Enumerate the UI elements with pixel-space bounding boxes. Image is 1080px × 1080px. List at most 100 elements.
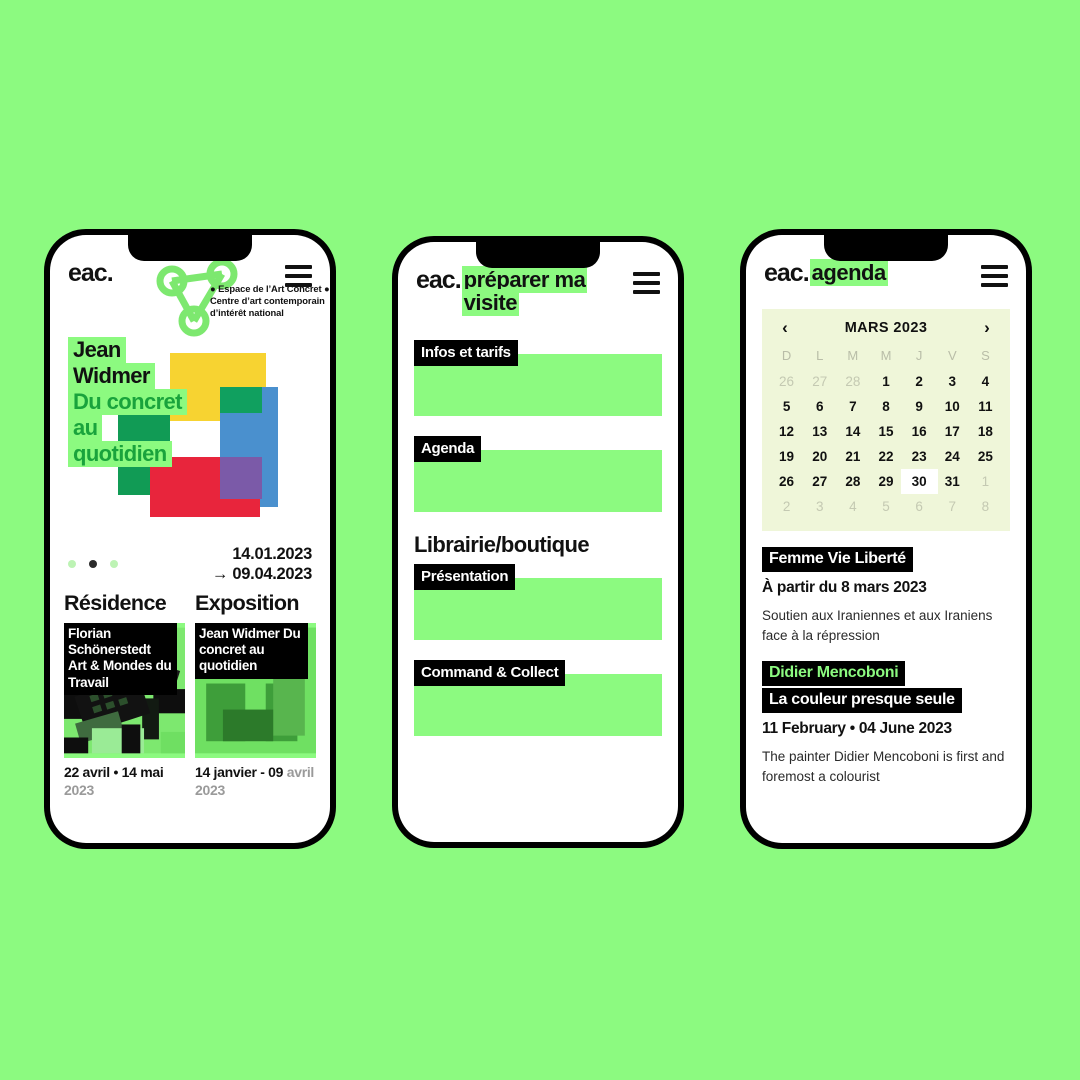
menu-item-command-collect[interactable]: Command & Collect — [414, 660, 662, 737]
calendar-day[interactable]: 18 — [969, 419, 1002, 444]
calendar-day[interactable]: 2 — [903, 369, 936, 394]
calendar-day[interactable]: 6 — [903, 494, 936, 519]
calendar-day-number: 25 — [977, 449, 993, 464]
chevron-left-icon[interactable]: ‹ — [776, 319, 794, 336]
card-image-residence: Florian Schönerstedt Art & Mondes du Tra… — [64, 623, 185, 758]
calendar-day[interactable]: 27 — [803, 469, 836, 494]
calendar-day[interactable]: 25 — [969, 444, 1002, 469]
calendar-day[interactable]: 8 — [969, 494, 1002, 519]
menu-item-presentation[interactable]: Présentation — [414, 564, 662, 641]
calendar-day-number: 28 — [845, 374, 861, 389]
tagline-line-2: Centre d’art contemporain — [210, 294, 325, 306]
calendar-day[interactable]: 1 — [869, 369, 902, 394]
calendar-day[interactable]: 28 — [836, 469, 869, 494]
event-femme-vie-liberte[interactable]: Femme Vie Liberté À partir du 8 mars 202… — [762, 547, 1010, 645]
calendar-weekday: L — [816, 348, 824, 363]
calendar-day[interactable]: 13 — [803, 419, 836, 444]
calendar-day[interactable]: 19 — [770, 444, 803, 469]
burger-bar — [285, 283, 312, 287]
calendar-day[interactable]: 15 — [869, 419, 902, 444]
hero-line-4: au — [68, 414, 103, 441]
calendar-day-number: 15 — [878, 424, 894, 439]
calendar-day[interactable]: 1 — [969, 469, 1002, 494]
calendar-day[interactable]: 11 — [969, 394, 1002, 419]
calendar-day-number: 8 — [882, 399, 890, 414]
event-didier-mencoboni[interactable]: Didier Mencoboni La couleur presque seul… — [762, 661, 1010, 786]
menu-item-label: Infos et tarifs — [414, 340, 518, 367]
brand-logo-text[interactable]: eac. — [416, 268, 462, 293]
hero-date-end: 09.04.2023 — [232, 565, 312, 583]
calendar-day[interactable]: 5 — [869, 494, 902, 519]
carousel-dot[interactable] — [68, 560, 76, 568]
cards-section: Résidence Exposition Florian Schönersted… — [50, 587, 330, 799]
burger-bar — [981, 283, 1008, 287]
menu-item-label: Présentation — [414, 564, 516, 591]
calendar-day-number: 4 — [981, 374, 990, 389]
calendar-day[interactable]: 23 — [903, 444, 936, 469]
hero-line-5: quotidien — [68, 440, 172, 467]
card-exposition[interactable]: Jean Widmer Du concret au quotidien 14 j… — [195, 623, 316, 799]
calendar-day[interactable]: 21 — [836, 444, 869, 469]
calendar-day[interactable]: 27 — [803, 369, 836, 394]
calendar-day[interactable]: 26 — [770, 369, 803, 394]
calendar-day-number: 23 — [911, 449, 927, 464]
hamburger-menu-icon[interactable] — [633, 272, 660, 294]
calendar-day[interactable]: 12 — [770, 419, 803, 444]
hamburger-menu-icon[interactable] — [981, 265, 1008, 287]
calendar-day[interactable]: 2 — [770, 494, 803, 519]
calendar-day-number: 22 — [878, 449, 894, 464]
calendar-day[interactable]: 4 — [969, 369, 1002, 394]
calendar-day[interactable]: 29 — [869, 469, 902, 494]
event-title: Femme Vie Liberté — [762, 547, 913, 572]
calendar-day[interactable]: 9 — [903, 394, 936, 419]
calendar-day[interactable]: 16 — [903, 419, 936, 444]
section-heading-exposition: Exposition — [195, 591, 300, 615]
calendar-day[interactable]: 4 — [836, 494, 869, 519]
calendar-day-number: 30 — [900, 469, 938, 494]
calendar-day[interactable]: 7 — [936, 494, 969, 519]
phone-prepare-visit: eac. préparer ma visite Infos et tarifs … — [392, 236, 684, 848]
calendar-day[interactable]: 22 — [869, 444, 902, 469]
calendar-day-number: 3 — [815, 499, 824, 514]
calendar-day[interactable]: 28 — [836, 369, 869, 394]
calendar-day[interactable]: 20 — [803, 444, 836, 469]
calendar-day[interactable]: 14 — [836, 419, 869, 444]
event-date: À partir du 8 mars 2023 — [762, 579, 927, 596]
menu-item-agenda[interactable]: Agenda — [414, 436, 662, 513]
calendar-day-number: 17 — [944, 424, 960, 439]
calendar-day-selected[interactable]: 30 — [900, 469, 938, 494]
calendar-day[interactable]: 5 — [770, 394, 803, 419]
card-residence[interactable]: Florian Schönerstedt Art & Mondes du Tra… — [64, 623, 185, 799]
calendar-day[interactable]: 3 — [803, 494, 836, 519]
calendar-day-number: 27 — [812, 374, 828, 389]
calendar-day-number: 7 — [948, 499, 957, 514]
card-date-text: 14 janvier - 09 — [195, 764, 284, 780]
calendar-day[interactable]: 24 — [936, 444, 969, 469]
hero-poster[interactable]: Jean Widmer Du concret au quotidien — [50, 331, 330, 541]
calendar-day[interactable]: 10 — [936, 394, 969, 419]
event-title-artist: Didier Mencoboni — [762, 661, 906, 687]
calendar-day-number: 1 — [882, 374, 890, 389]
brand-logo-text[interactable]: eac. — [764, 261, 810, 286]
brand-logo-text[interactable]: eac. — [68, 261, 114, 286]
calendar-day[interactable]: 6 — [803, 394, 836, 419]
hamburger-menu-icon[interactable] — [285, 265, 312, 287]
burger-bar — [981, 265, 1008, 269]
calendar-day[interactable]: 31 — [936, 469, 969, 494]
calendar-day[interactable]: 8 — [869, 394, 902, 419]
event-description: The painter Didier Mencoboni is first an… — [762, 749, 1005, 784]
calendar-day-number: 8 — [981, 499, 990, 514]
calendar-day[interactable]: 3 — [936, 369, 969, 394]
calendar-day[interactable]: 26 — [770, 469, 803, 494]
event-description: Soutien aux Iraniennes et aux Iraniens f… — [762, 608, 993, 643]
chevron-right-icon[interactable]: › — [978, 319, 996, 336]
calendar-day[interactable]: 17 — [936, 419, 969, 444]
phone-notch — [476, 242, 600, 268]
carousel-dot[interactable] — [110, 560, 118, 568]
carousel-dots[interactable] — [68, 560, 118, 568]
calendar-weekday: D — [781, 348, 792, 363]
carousel-dot-active[interactable] — [89, 560, 97, 568]
calendar-day[interactable]: 7 — [836, 394, 869, 419]
menu-item-infos-et-tarifs[interactable]: Infos et tarifs — [414, 340, 662, 417]
calendar-day-number: 26 — [779, 474, 795, 489]
